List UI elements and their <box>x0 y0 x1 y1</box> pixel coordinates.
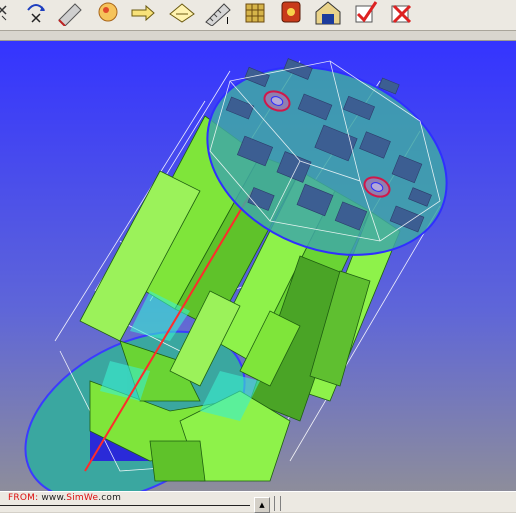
cursor-glyph: I <box>226 16 229 26</box>
watermark-underline <box>0 505 250 506</box>
main-toolbar: I <box>0 0 516 31</box>
toolbar-divider <box>0 31 516 41</box>
push-pull-icon[interactable] <box>166 0 198 26</box>
validate-check-icon[interactable] <box>352 0 384 26</box>
move-arrows-icon[interactable] <box>128 0 160 26</box>
watermark-brand: SimWe <box>66 493 99 503</box>
rotate-tool-icon[interactable] <box>22 0 54 26</box>
watermark-url-suffix: .com <box>98 493 122 503</box>
status-bar: FROM: www.SimWe.com ▲ <box>0 491 516 513</box>
materials-icon[interactable] <box>276 0 308 26</box>
components-icon[interactable] <box>240 0 272 26</box>
source-watermark: FROM: www.SimWe.com <box>8 493 121 503</box>
hand-pan-icon[interactable] <box>92 0 124 26</box>
3d-viewport[interactable] <box>0 41 516 491</box>
pencil-tool-icon[interactable] <box>55 0 87 26</box>
status-grip <box>274 496 275 511</box>
delete-x-icon[interactable] <box>388 0 420 26</box>
model-render <box>0 41 516 491</box>
watermark-url-prefix: www. <box>38 493 67 503</box>
status-grip <box>280 496 281 511</box>
warehouse-icon[interactable] <box>312 0 344 26</box>
watermark-from: FROM: <box>8 493 39 503</box>
scale-tool-icon[interactable] <box>0 0 24 26</box>
measure-tool-icon[interactable]: I <box>202 0 234 26</box>
